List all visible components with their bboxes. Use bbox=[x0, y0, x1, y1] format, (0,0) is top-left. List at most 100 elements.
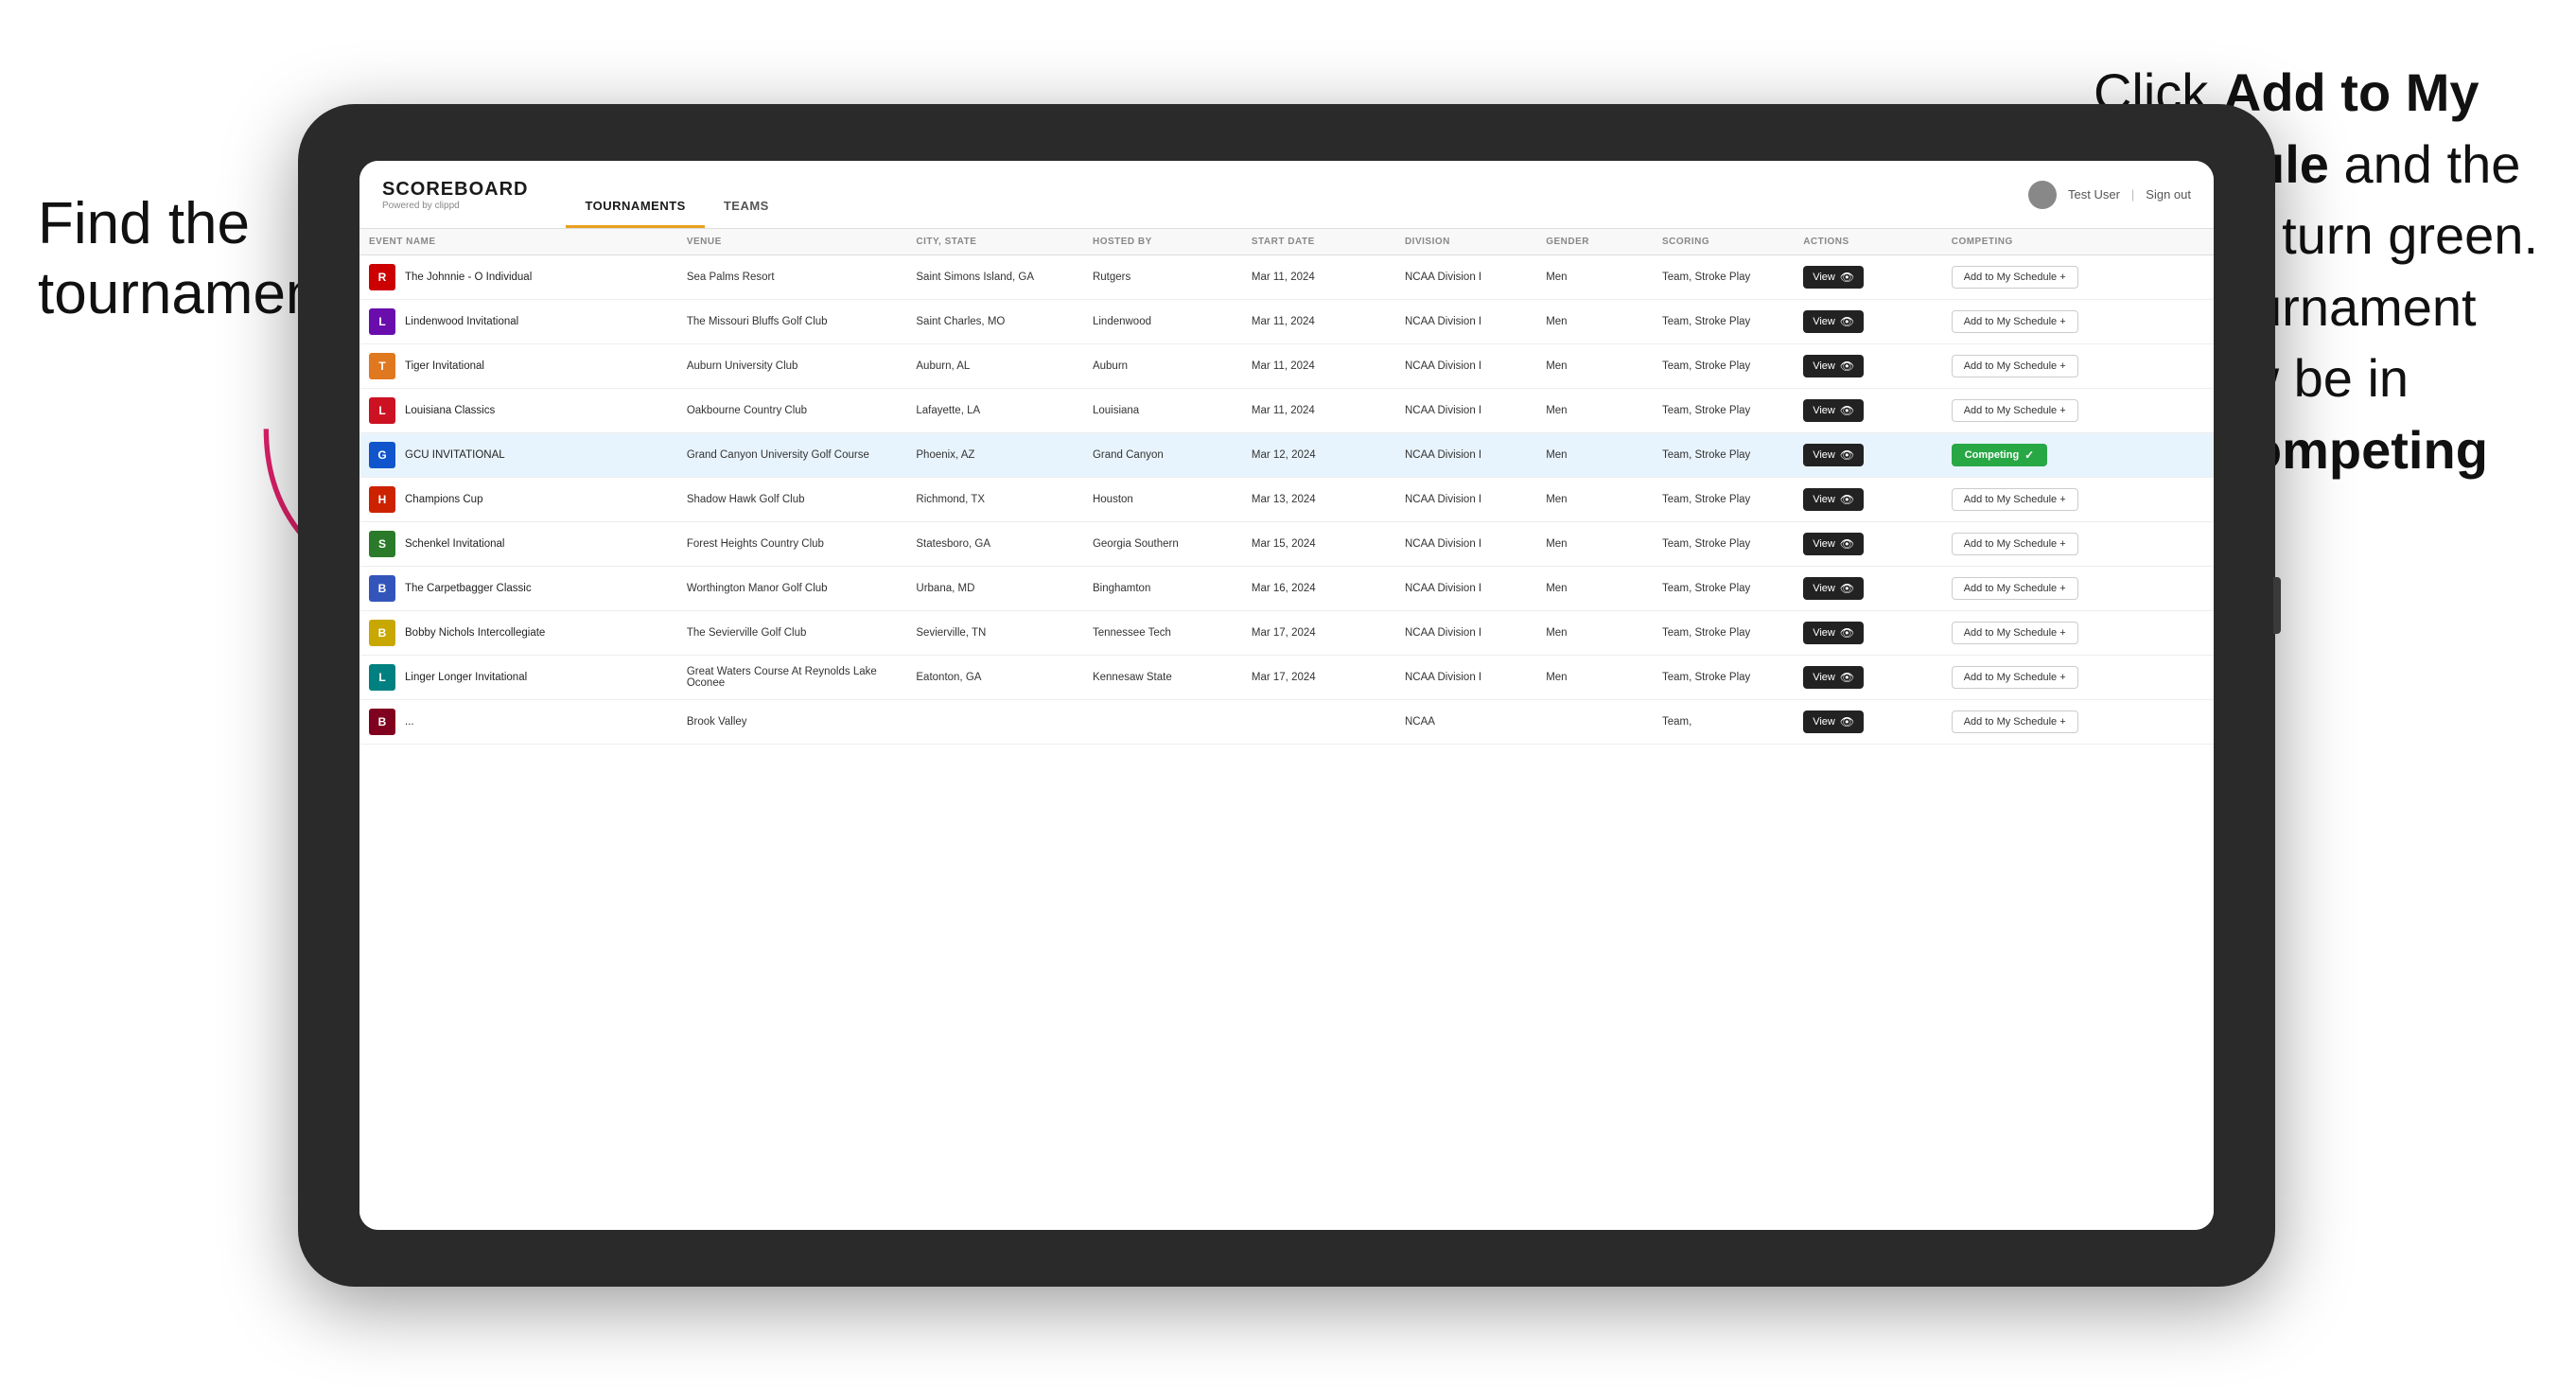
gender-cell: Men bbox=[1536, 389, 1653, 433]
view-button[interactable]: View 👁 bbox=[1803, 711, 1864, 733]
table-body: R The Johnnie - O Individual Sea Palms R… bbox=[359, 255, 2214, 745]
city-state-cell: Saint Charles, MO bbox=[906, 300, 1083, 344]
view-button[interactable]: View 👁 bbox=[1803, 533, 1864, 555]
competing-cell: Competing ✓ bbox=[1942, 433, 2214, 478]
eye-icon: 👁 bbox=[1840, 360, 1854, 373]
venue-cell: Shadow Hawk Golf Club bbox=[677, 478, 907, 522]
gender-cell: Men bbox=[1536, 300, 1653, 344]
scoring-cell: Team, Stroke Play bbox=[1653, 656, 1794, 700]
team-logo: B bbox=[369, 620, 395, 646]
add-to-schedule-button[interactable]: Add to My Schedule + bbox=[1952, 310, 2078, 333]
view-button[interactable]: View 👁 bbox=[1803, 266, 1864, 289]
venue-cell: Worthington Manor Golf Club bbox=[677, 567, 907, 611]
competing-cell: Add to My Schedule + bbox=[1942, 611, 2214, 656]
start-date-cell: Mar 16, 2024 bbox=[1242, 567, 1395, 611]
eye-icon: 👁 bbox=[1840, 671, 1854, 684]
hosted-by-cell: Georgia Southern bbox=[1083, 522, 1242, 567]
scoring-cell: Team, Stroke Play bbox=[1653, 567, 1794, 611]
table-container: EVENT NAME VENUE CITY, STATE HOSTED BY S… bbox=[359, 229, 2214, 1230]
gender-cell: Men bbox=[1536, 611, 1653, 656]
add-to-schedule-button[interactable]: Add to My Schedule + bbox=[1952, 622, 2078, 644]
user-label: Test User bbox=[2068, 187, 2120, 202]
team-logo: B bbox=[369, 575, 395, 602]
eye-icon: 👁 bbox=[1840, 537, 1854, 551]
col-event-name: EVENT NAME bbox=[359, 229, 677, 255]
table-row: B The Carpetbagger Classic Worthington M… bbox=[359, 567, 2214, 611]
scoring-cell: Team, Stroke Play bbox=[1653, 344, 1794, 389]
table-row: H Champions Cup Shadow Hawk Golf ClubRic… bbox=[359, 478, 2214, 522]
actions-cell: View 👁 bbox=[1794, 344, 1942, 389]
city-state-cell: Urbana, MD bbox=[906, 567, 1083, 611]
scoring-cell: Team, Stroke Play bbox=[1653, 522, 1794, 567]
check-icon: ✓ bbox=[2024, 448, 2034, 462]
event-name-cell: L Louisiana Classics bbox=[359, 389, 677, 433]
add-to-schedule-button[interactable]: Add to My Schedule + bbox=[1952, 577, 2078, 600]
tablet-side-button bbox=[2273, 577, 2281, 634]
header-right: Test User | Sign out bbox=[2028, 181, 2191, 209]
add-to-schedule-button[interactable]: Add to My Schedule + bbox=[1952, 533, 2078, 555]
table-row: L Louisiana Classics Oakbourne Country C… bbox=[359, 389, 2214, 433]
col-division: DIVISION bbox=[1395, 229, 1536, 255]
view-button[interactable]: View 👁 bbox=[1803, 488, 1864, 511]
scoring-cell: Team, Stroke Play bbox=[1653, 611, 1794, 656]
add-to-schedule-button[interactable]: Add to My Schedule + bbox=[1952, 711, 2078, 733]
event-name: Louisiana Classics bbox=[405, 405, 495, 416]
division-cell: NCAA bbox=[1395, 700, 1536, 745]
col-start-date: START DATE bbox=[1242, 229, 1395, 255]
hosted-by-cell: Grand Canyon bbox=[1083, 433, 1242, 478]
add-to-schedule-button[interactable]: Add to My Schedule + bbox=[1952, 266, 2078, 289]
city-state-cell: Auburn, AL bbox=[906, 344, 1083, 389]
col-actions: ACTIONS bbox=[1794, 229, 1942, 255]
add-to-schedule-button[interactable]: Add to My Schedule + bbox=[1952, 666, 2078, 689]
competing-cell: Add to My Schedule + bbox=[1942, 389, 2214, 433]
city-state-cell: Phoenix, AZ bbox=[906, 433, 1083, 478]
competing-button[interactable]: Competing ✓ bbox=[1952, 444, 2048, 466]
event-name-cell: L Lindenwood Invitational bbox=[359, 300, 677, 344]
add-to-schedule-button[interactable]: Add to My Schedule + bbox=[1952, 355, 2078, 377]
actions-cell: View 👁 bbox=[1794, 700, 1942, 745]
competing-cell: Add to My Schedule + bbox=[1942, 300, 2214, 344]
competing-cell: Add to My Schedule + bbox=[1942, 478, 2214, 522]
eye-icon: 👁 bbox=[1840, 448, 1854, 462]
venue-cell: Brook Valley bbox=[677, 700, 907, 745]
city-state-cell: Saint Simons Island, GA bbox=[906, 255, 1083, 300]
event-name-cell: T Tiger Invitational bbox=[359, 344, 677, 389]
view-button[interactable]: View 👁 bbox=[1803, 622, 1864, 644]
col-scoring: SCORING bbox=[1653, 229, 1794, 255]
competing-cell: Add to My Schedule + bbox=[1942, 656, 2214, 700]
col-hosted-by: HOSTED BY bbox=[1083, 229, 1242, 255]
view-button[interactable]: View 👁 bbox=[1803, 355, 1864, 377]
eye-icon: 👁 bbox=[1840, 626, 1854, 640]
start-date-cell: Mar 12, 2024 bbox=[1242, 433, 1395, 478]
event-name: Linger Longer Invitational bbox=[405, 672, 527, 683]
view-button[interactable]: View 👁 bbox=[1803, 666, 1864, 689]
nav-tab-teams[interactable]: TEAMS bbox=[705, 186, 788, 228]
view-button[interactable]: View 👁 bbox=[1803, 577, 1864, 600]
nav-tab-tournaments[interactable]: TOURNAMENTS bbox=[566, 186, 704, 228]
add-to-schedule-button[interactable]: Add to My Schedule + bbox=[1952, 399, 2078, 422]
division-cell: NCAA Division I bbox=[1395, 567, 1536, 611]
actions-cell: View 👁 bbox=[1794, 300, 1942, 344]
sign-out-link[interactable]: Sign out bbox=[2146, 187, 2191, 202]
col-gender: GENDER bbox=[1536, 229, 1653, 255]
eye-icon: 👁 bbox=[1840, 315, 1854, 328]
event-name: The Carpetbagger Classic bbox=[405, 583, 532, 594]
table-row: T Tiger Invitational Auburn University C… bbox=[359, 344, 2214, 389]
competing-cell: Add to My Schedule + bbox=[1942, 344, 2214, 389]
event-name-cell: B The Carpetbagger Classic bbox=[359, 567, 677, 611]
col-venue: VENUE bbox=[677, 229, 907, 255]
view-button[interactable]: View 👁 bbox=[1803, 310, 1864, 333]
event-name: Bobby Nichols Intercollegiate bbox=[405, 627, 545, 639]
event-name: GCU INVITATIONAL bbox=[405, 449, 505, 461]
add-to-schedule-button[interactable]: Add to My Schedule + bbox=[1952, 488, 2078, 511]
app-logo: SCOREBOARD bbox=[382, 179, 528, 201]
view-button[interactable]: View 👁 bbox=[1803, 399, 1864, 422]
scoring-cell: Team, Stroke Play bbox=[1653, 255, 1794, 300]
gender-cell: Men bbox=[1536, 567, 1653, 611]
logo-area: SCOREBOARD Powered by clippd bbox=[382, 179, 528, 211]
hosted-by-cell bbox=[1083, 700, 1242, 745]
hosted-by-cell: Binghamton bbox=[1083, 567, 1242, 611]
venue-cell: Great Waters Course At Reynolds Lake Oco… bbox=[677, 656, 907, 700]
view-button[interactable]: View 👁 bbox=[1803, 444, 1864, 466]
tournaments-table: EVENT NAME VENUE CITY, STATE HOSTED BY S… bbox=[359, 229, 2214, 745]
